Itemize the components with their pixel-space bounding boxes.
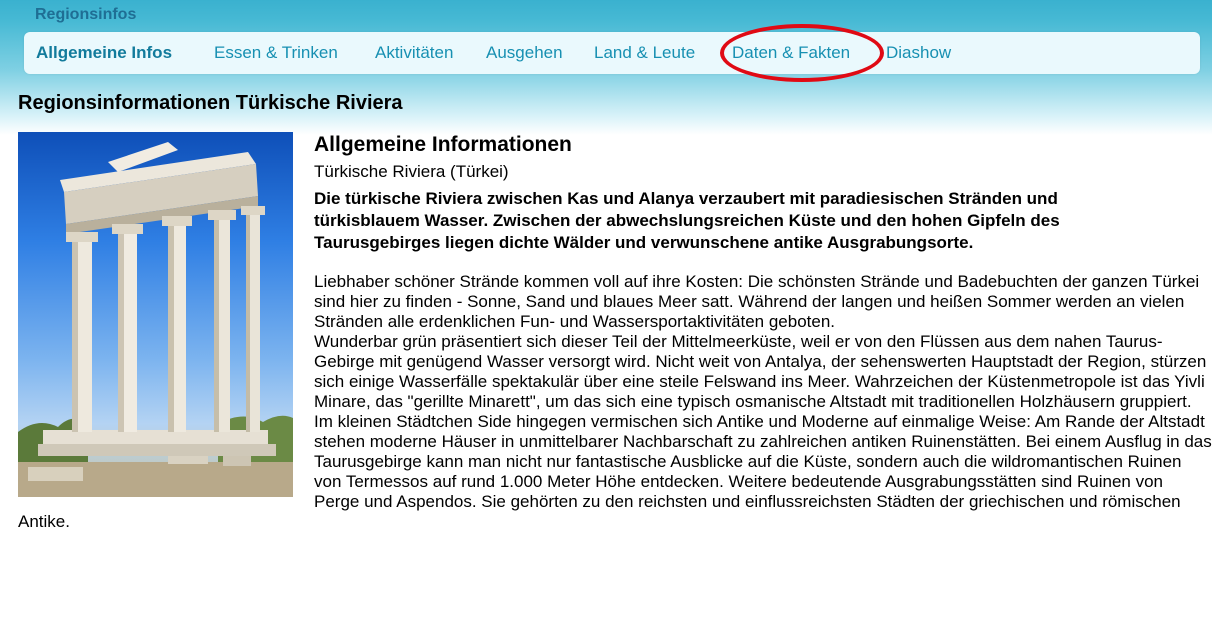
tab-diashow[interactable]: Diashow bbox=[886, 43, 951, 63]
tab-aktivitaeten[interactable]: Aktivitäten bbox=[375, 43, 453, 63]
temple-photo bbox=[18, 132, 293, 497]
tab-essen-trinken[interactable]: Essen & Trinken bbox=[214, 43, 338, 63]
tab-land-leute[interactable]: Land & Leute bbox=[594, 43, 695, 63]
tab-ausgehen[interactable]: Ausgehen bbox=[486, 43, 563, 63]
tab-daten-fakten[interactable]: Daten & Fakten bbox=[732, 43, 850, 63]
region-nav: Allgemeine Infos Essen & Trinken Aktivit… bbox=[24, 32, 1200, 74]
tab-allgemeine-infos[interactable]: Allgemeine Infos bbox=[36, 43, 172, 63]
section-label: Regionsinfos bbox=[35, 6, 137, 23]
page-title: Regionsinformationen Türkische Riviera bbox=[18, 92, 403, 114]
main-content: Allgemeine Informationen Türkische Rivie… bbox=[18, 129, 1212, 532]
